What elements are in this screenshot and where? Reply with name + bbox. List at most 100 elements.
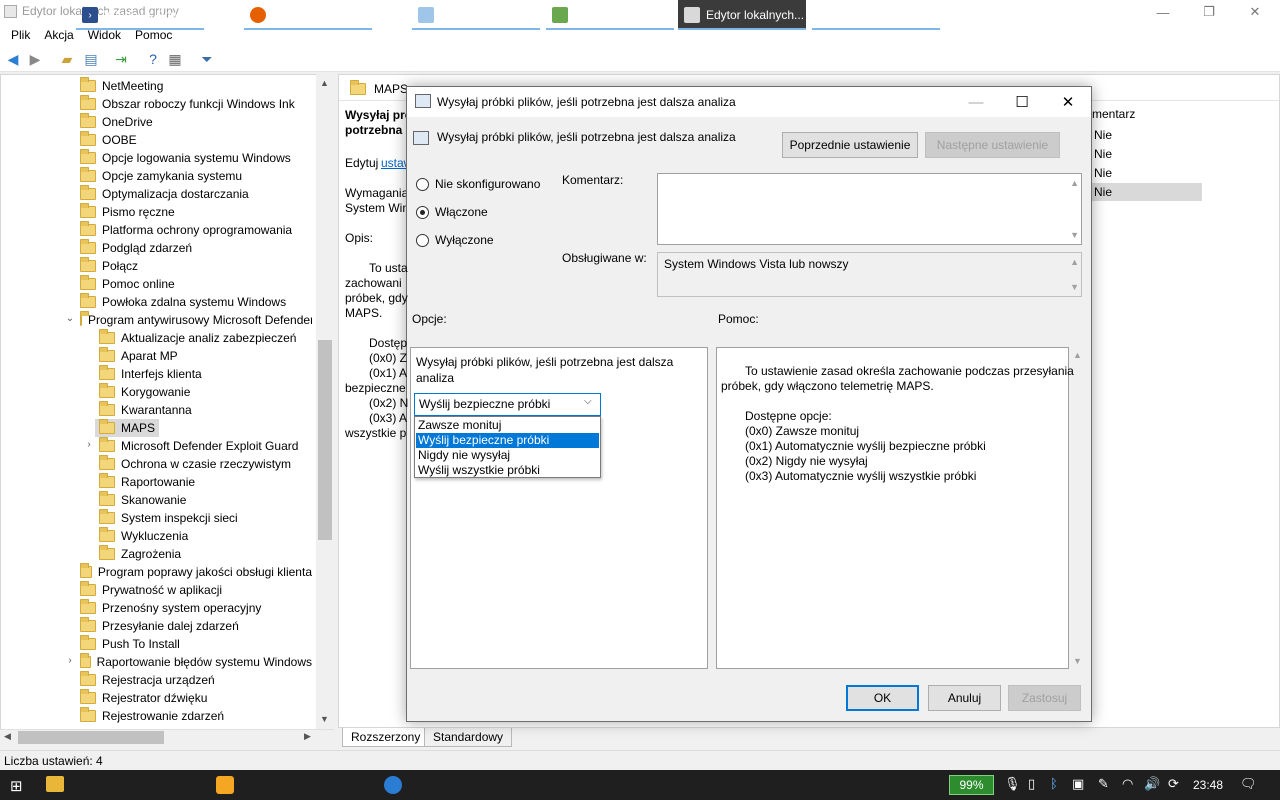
tree-item[interactable]: Pismo ręczne [76, 203, 312, 221]
tree-item[interactable]: System inspekcji sieci [95, 509, 312, 527]
maximize-button[interactable]: ❐ [1186, 0, 1232, 24]
tree-item[interactable]: Przesyłanie dalej zdarzeń [76, 617, 312, 635]
menu-action[interactable]: Akcja [37, 28, 80, 42]
tree-item[interactable]: Opcje logowania systemu Windows [76, 149, 312, 167]
dropdown-option-always-prompt[interactable]: Zawsze monituj [416, 418, 599, 433]
app-tray-icon[interactable]: ▣ [1072, 776, 1084, 792]
tree-item[interactable]: Program poprawy jakości obsługi klienta [76, 563, 312, 581]
notifications-icon[interactable]: 🗨 [1240, 776, 1257, 792]
dropdown-option-send-safe[interactable]: Wyślij bezpieczne próbki [416, 433, 599, 448]
chevron-down-icon[interactable]: ⌄ [64, 313, 76, 324]
tree-item[interactable]: OOBE [76, 131, 312, 149]
file-explorer-icon[interactable] [46, 776, 64, 792]
menu-file[interactable]: Plik [4, 28, 37, 42]
minimize-button[interactable]: — [1140, 0, 1186, 24]
tree-item[interactable]: Powłoka zdalna systemu Windows [76, 293, 312, 311]
tree-horizontal-scroll-thumb[interactable] [18, 731, 164, 744]
dialog-maximize-button[interactable]: ☐ [999, 87, 1045, 117]
tree-item[interactable]: Obszar roboczy funkcji Windows Ink [76, 95, 312, 113]
bluetooth-icon[interactable]: ᛒ [1050, 776, 1058, 791]
taskbar-item-task-manager[interactable]: Menedżer zadań [546, 0, 674, 30]
filter-icon[interactable]: ⏷ [198, 50, 216, 68]
tree-item[interactable]: NetMeeting [76, 77, 312, 95]
windows-start-icon[interactable]: ⊞ [10, 777, 23, 795]
battery-indicator[interactable]: 99% [949, 775, 994, 795]
taskbar-item-firefox[interactable]: Protect your org... [244, 0, 372, 30]
taskbar-item-notepad[interactable]: C:\Users\kamile... [412, 0, 540, 30]
tree-item[interactable]: Zagrożenia [95, 545, 312, 563]
tree-item[interactable]: OneDrive [76, 113, 312, 131]
radio-not-configured[interactable]: Nie skonfigurowano [416, 177, 540, 191]
scroll-left-icon[interactable]: ◀ [4, 731, 11, 742]
volume-icon[interactable]: 🔊 [1144, 776, 1160, 792]
taskbar-item-powershell[interactable]: › Windows Power... [76, 0, 204, 30]
tree-item[interactable]: Optymalizacja dostarczania [76, 185, 312, 203]
next-setting-button[interactable]: Następne ustawienie [925, 132, 1060, 158]
sync-icon[interactable]: ⟳ [1168, 776, 1179, 792]
scroll-up-icon[interactable]: ▲ [320, 78, 329, 88]
tree-vertical-scroll-thumb[interactable] [318, 340, 332, 540]
radio-enabled[interactable]: Włączone [416, 205, 488, 219]
menu-help[interactable]: Pomoc [128, 28, 179, 42]
tree-item[interactable]: Ochrona w czasie rzeczywistym [95, 455, 312, 473]
wifi-icon[interactable]: ◠ [1122, 776, 1133, 792]
tree-item[interactable]: Kwarantanna [95, 401, 312, 419]
tree-item[interactable]: Raportowanie błędów systemu Windows [76, 653, 312, 671]
back-arrow-icon[interactable]: ◀ [4, 50, 22, 68]
windows-ink-icon[interactable]: ✎ [1098, 776, 1109, 792]
tree-item[interactable]: Opcje zamykania systemu [76, 167, 312, 185]
tree-item[interactable]: Prywatność w aplikacji [76, 581, 312, 599]
scroll-down-icon[interactable]: ▼ [1073, 656, 1082, 666]
taskbar-item-security[interactable]: ⛉ Zabezpieczenia ... [812, 0, 940, 30]
tree-item[interactable]: Microsoft Defender Exploit Guard [95, 437, 312, 455]
dialog-close-button[interactable]: ✕ [1045, 87, 1091, 117]
tree-item[interactable]: Połącz [76, 257, 312, 275]
taskbar-item-group-policy-editor[interactable]: Edytor lokalnych... [678, 0, 806, 30]
tree-item[interactable]: Raportowanie [95, 473, 312, 491]
cancel-button[interactable]: Anuluj [928, 685, 1001, 711]
tree-item[interactable]: Rejestrator dźwięku [76, 689, 312, 707]
chevron-down-icon[interactable]: ⌵ [584, 396, 592, 407]
export-list-icon[interactable]: ⇥ [112, 50, 130, 68]
microphone-icon[interactable]: 🎙 [1004, 776, 1021, 792]
clock[interactable]: 23:48 [1193, 778, 1223, 792]
up-folder-icon[interactable]: ▰ [58, 50, 76, 68]
dropdown-option-never-send[interactable]: Nigdy nie wysyłaj [416, 448, 599, 463]
tree-item[interactable]: MAPS [95, 419, 160, 437]
comment-textarea[interactable]: ▲ ▼ [657, 173, 1082, 245]
radio-disabled[interactable]: Wyłączone [416, 233, 494, 247]
scroll-right-icon[interactable]: ▶ [304, 731, 311, 742]
tree-item[interactable]: Aparat MP [95, 347, 312, 365]
samples-combobox[interactable]: Wyślij bezpieczne próbki [414, 393, 601, 416]
forward-arrow-icon[interactable]: ▶ [26, 50, 44, 68]
chevron-right-icon[interactable]: › [64, 655, 76, 666]
tree-item[interactable]: Korygowanie [95, 383, 312, 401]
apply-button[interactable]: Zastosuj [1008, 685, 1081, 711]
tree-item[interactable]: Platforma ochrony oprogramowania [76, 221, 312, 239]
tree-item[interactable]: Interfejs klienta [95, 365, 312, 383]
ok-button[interactable]: OK [846, 685, 919, 711]
tree-item[interactable]: Przenośny system operacyjny [76, 599, 312, 617]
close-button[interactable]: ✕ [1232, 0, 1278, 24]
tab-standard[interactable]: Standardowy [424, 728, 513, 747]
tree-item[interactable]: Push To Install [76, 635, 312, 653]
tree-item[interactable]: Pomoc online [76, 275, 312, 293]
tree-item[interactable]: Program antywirusowy Microsoft Defender [76, 311, 312, 329]
comment-column-header[interactable]: mentarz [1092, 107, 1135, 121]
scroll-up-icon[interactable]: ▲ [1073, 350, 1082, 360]
show-tree-icon[interactable]: ▤ [82, 50, 100, 68]
tree-item[interactable]: Rejestracja urządzeń [76, 671, 312, 689]
tree-item[interactable]: Wykluczenia [95, 527, 312, 545]
scroll-down-icon[interactable]: ▼ [320, 714, 329, 724]
menu-view[interactable]: Widok [81, 28, 128, 42]
tree-item[interactable]: Skanowanie [95, 491, 312, 509]
scroll-down-icon[interactable]: ▼ [1070, 230, 1079, 240]
tab-extended[interactable]: Rozszerzony [342, 728, 430, 747]
device-icon[interactable]: ▯ [1028, 776, 1035, 792]
help-icon[interactable]: ? [144, 50, 162, 68]
app-icon[interactable] [384, 776, 402, 794]
chevron-right-icon[interactable]: › [83, 439, 95, 450]
dialog-minimize-button[interactable]: — [953, 87, 999, 117]
media-player-icon[interactable] [216, 776, 234, 794]
tree-item[interactable]: Rejestrowanie zdarzeń [76, 707, 312, 725]
